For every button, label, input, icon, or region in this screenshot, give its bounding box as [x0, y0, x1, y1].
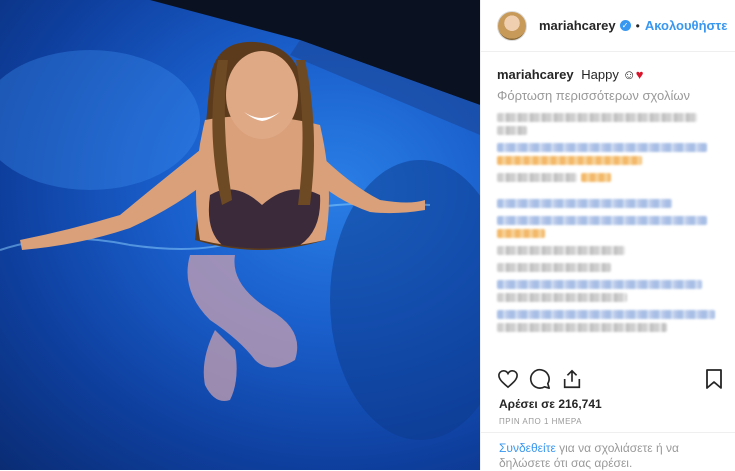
pool-photo-illustration [0, 0, 480, 440]
action-bar [497, 366, 723, 392]
bookmark-icon[interactable] [705, 368, 723, 390]
blurred-comment [497, 173, 719, 191]
red-heart-emoji-icon: ♥ [635, 67, 644, 82]
separator-dot: • [635, 18, 640, 33]
comments-section: mariahcarey Happy ☺♥ Φόρτωση περισσότερω… [481, 52, 735, 364]
blurred-comment [497, 246, 719, 255]
avatar[interactable] [497, 10, 527, 41]
username-link[interactable]: mariahcarey [539, 18, 616, 33]
caption-username[interactable]: mariahcarey [497, 67, 574, 82]
comment-icon[interactable] [529, 368, 551, 390]
verified-badge-icon: ✓ [619, 20, 631, 31]
likes-count[interactable]: Αρέσει σε 216,741 [499, 397, 602, 411]
blurred-comment [497, 310, 719, 332]
caption-text: Happy [581, 67, 619, 82]
load-more-comments-link[interactable]: Φόρτωση περισσότερων σχολίων [497, 88, 719, 103]
post-photo[interactable] [0, 0, 480, 470]
blurred-comment [497, 216, 719, 238]
post-timestamp[interactable]: ΠΡΙΝ ΑΠΟ 1 ΗΜΕΡΑ [499, 417, 582, 426]
login-prompt: Συνδεθείτε για να σχολιάσετε ή να δηλώσε… [481, 432, 735, 471]
blurred-comment [497, 143, 719, 165]
post-header: mariahcarey ✓ • Ακολουθήστε [481, 0, 735, 52]
smile-emoji-icon: ☺ [622, 67, 636, 82]
blurred-comment [497, 263, 719, 272]
login-link[interactable]: Συνδεθείτε [499, 441, 556, 455]
share-icon[interactable] [561, 368, 583, 390]
follow-button[interactable]: Ακολουθήστε [645, 18, 728, 33]
blurred-comment [497, 113, 719, 135]
post-caption: mariahcarey Happy ☺♥ [497, 66, 719, 84]
heart-icon[interactable] [497, 369, 519, 389]
blurred-comment [497, 280, 719, 302]
blurred-comment [497, 199, 719, 208]
post-side-panel: mariahcarey ✓ • Ακολουθήστε mariahcarey … [480, 0, 735, 470]
